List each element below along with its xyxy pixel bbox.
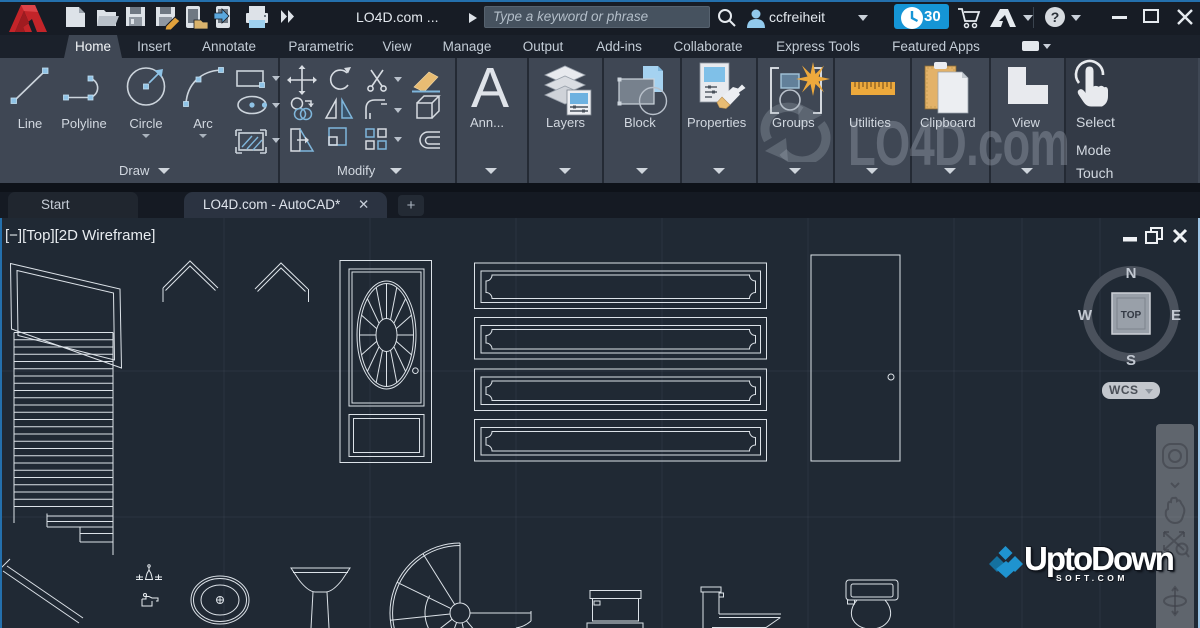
svg-text:N: N bbox=[1126, 265, 1137, 282]
svg-text:S: S bbox=[1126, 352, 1136, 369]
svg-text:W: W bbox=[1078, 307, 1093, 324]
svg-text:TOP: TOP bbox=[1121, 310, 1142, 321]
svg-text:A: A bbox=[471, 58, 509, 120]
svg-text:E: E bbox=[1171, 307, 1181, 324]
